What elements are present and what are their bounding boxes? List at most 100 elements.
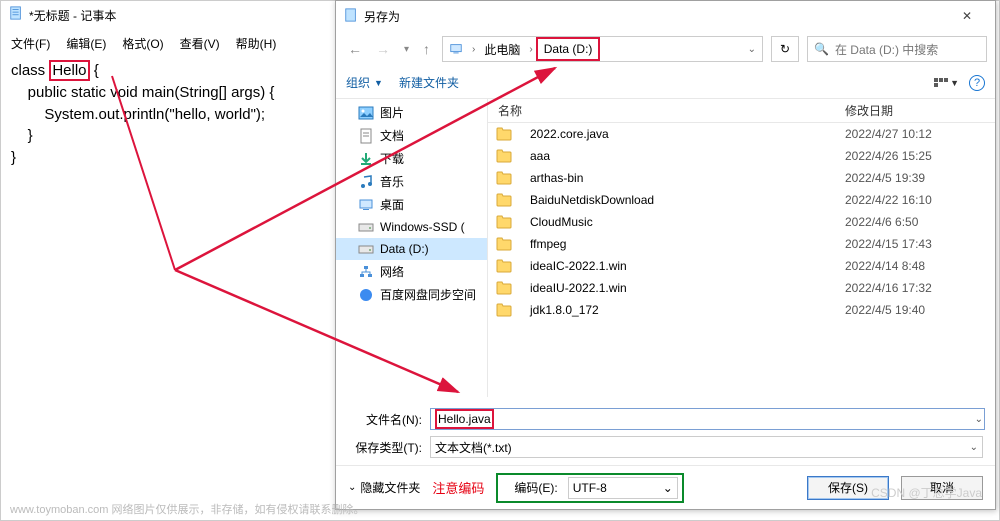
filename-input[interactable]: Hello.java (430, 408, 985, 430)
network-icon (358, 264, 374, 280)
list-item[interactable]: ffmpeg2022/4/15 17:43 (488, 233, 995, 255)
tree-item-label: 桌面 (380, 196, 404, 213)
list-item[interactable]: ideaIU-2022.1.win2022/4/16 17:32 (488, 277, 995, 299)
chevron-down-icon[interactable]: ⌄ (745, 44, 762, 55)
search-input[interactable]: 🔍 在 Data (D:) 中搜索 (807, 36, 987, 62)
row-date: 2022/4/22 16:10 (845, 193, 995, 207)
row-date: 2022/4/15 17:43 (845, 237, 995, 251)
row-name: aaa (520, 149, 845, 163)
chevron-right-icon[interactable]: › (526, 44, 535, 55)
encoding-group: 编码(E): UTF-8 ⌄ (496, 473, 683, 503)
list-item[interactable]: BaiduNetdiskDownload2022/4/22 16:10 (488, 189, 995, 211)
list-item[interactable]: arthas-bin2022/4/5 19:39 (488, 167, 995, 189)
row-date: 2022/4/14 8:48 (845, 259, 995, 273)
organize-menu[interactable]: 组织▼ (346, 74, 383, 91)
dialog-title: 另存为 (364, 8, 400, 25)
row-name: ffmpeg (520, 237, 845, 251)
search-icon: 🔍 (814, 42, 829, 56)
filename-label: 文件名(N): (348, 411, 422, 428)
search-placeholder: 在 Data (D:) 中搜索 (835, 41, 938, 58)
folder-icon (496, 259, 512, 273)
column-header-name[interactable]: 名称 (488, 102, 845, 119)
tree-item[interactable]: 音乐 (336, 170, 487, 193)
music-icon (358, 174, 374, 190)
filetype-value: 文本文档(*.txt) (435, 439, 512, 456)
tree-item-label: Data (D:) (380, 242, 429, 256)
help-icon[interactable]: ? (969, 75, 985, 91)
notepad-title: *无标题 - 记事本 (29, 1, 116, 31)
folder-tree[interactable]: 图片文档下载音乐桌面 Windows-SSD ( Data (D:) 网络百度网盘同步… (336, 99, 488, 397)
list-header: 名称 修改日期 (488, 99, 995, 123)
menu-file[interactable]: 文件(F) (11, 35, 50, 52)
tree-item-label: 百度网盘同步空间 (380, 286, 476, 303)
nav-up-icon[interactable]: ↑ (419, 39, 434, 59)
save-as-dialog: 另存为 ✕ ← → ▾ ↑ › 此电脑 › Data (D:) ⌄ ↻ 🔍 在 … (335, 0, 996, 510)
chevron-right-icon[interactable]: › (469, 44, 478, 55)
tree-item-label: 下载 (380, 150, 404, 167)
baidu-icon (358, 287, 374, 303)
menu-format[interactable]: 格式(O) (122, 35, 163, 52)
row-name: ideaIC-2022.1.win (520, 259, 845, 273)
row-name: arthas-bin (520, 171, 845, 185)
dialog-fields: 文件名(N): Hello.java ⌄ 保存类型(T): 文本文档(*.txt… (336, 397, 995, 465)
tree-item[interactable]: 百度网盘同步空间 (336, 283, 487, 306)
list-item[interactable]: ideaIC-2022.1.win2022/4/14 8:48 (488, 255, 995, 277)
list-item[interactable]: 2022.core.java2022/4/27 10:12 (488, 123, 995, 145)
document-icon (358, 128, 374, 144)
chevron-down-icon: ⌄ (663, 481, 673, 495)
tree-item[interactable]: 下载 (336, 147, 487, 170)
hide-folders-toggle[interactable]: ⌄隐藏文件夹 (348, 479, 420, 496)
list-item[interactable]: aaa2022/4/26 15:25 (488, 145, 995, 167)
nav-back-icon[interactable]: ← (344, 39, 366, 59)
refresh-button[interactable]: ↻ (771, 36, 799, 62)
new-folder-button[interactable]: 新建文件夹 (399, 74, 459, 91)
folder-icon (496, 127, 512, 141)
column-header-date[interactable]: 修改日期 (845, 102, 995, 119)
folder-icon (496, 171, 512, 185)
row-date: 2022/4/5 19:40 (845, 303, 995, 317)
nav-recent-icon[interactable]: ▾ (400, 42, 413, 57)
crumb-pc-icon[interactable] (443, 37, 469, 61)
page-footer: www.toymoban.com 网络图片仅供展示，非存储，如有侵权请联系删除。 (10, 501, 364, 517)
menu-edit[interactable]: 编辑(E) (66, 35, 106, 52)
dialog-titlebar: 另存为 ✕ (336, 1, 995, 31)
nav-forward-icon[interactable]: → (372, 39, 394, 59)
crumb-this-pc[interactable]: 此电脑 (478, 37, 526, 61)
code-text: class (11, 62, 49, 79)
close-button[interactable]: ✕ (947, 2, 987, 30)
row-date: 2022/4/26 15:25 (845, 149, 995, 163)
nav-arrows: ← → ▾ ↑ (344, 39, 434, 59)
list-item[interactable]: jdk1.8.0_1722022/4/5 19:40 (488, 299, 995, 321)
picture-icon (358, 105, 374, 121)
chevron-down-icon: ⌄ (970, 442, 978, 453)
encoding-select[interactable]: UTF-8 ⌄ (568, 477, 678, 499)
dialog-icon (344, 8, 358, 25)
row-name: jdk1.8.0_172 (520, 303, 845, 317)
list-item[interactable]: CloudMusic2022/4/6 6:50 (488, 211, 995, 233)
tree-item[interactable]: Windows-SSD ( (336, 216, 487, 238)
row-name: 2022.core.java (520, 127, 845, 141)
folder-icon (496, 149, 512, 163)
dialog-toolbar: 组织▼ 新建文件夹 ▼ ? (336, 67, 995, 99)
crumb-data-d[interactable]: Data (D:) (536, 37, 601, 61)
breadcrumb[interactable]: › 此电脑 › Data (D:) ⌄ (442, 36, 763, 62)
tree-item[interactable]: 网络 (336, 260, 487, 283)
drive-icon (358, 241, 374, 257)
folder-icon (496, 281, 512, 295)
tree-item[interactable]: 桌面 (336, 193, 487, 216)
tree-item[interactable]: 图片 (336, 101, 487, 124)
dialog-navbar: ← → ▾ ↑ › 此电脑 › Data (D:) ⌄ ↻ 🔍 在 Data (… (336, 31, 995, 67)
watermark: CSDN @丁总学Java (871, 484, 982, 501)
menu-view[interactable]: 查看(V) (180, 35, 220, 52)
encoding-value: UTF-8 (573, 481, 607, 495)
filetype-select[interactable]: 文本文档(*.txt) ⌄ (430, 436, 983, 458)
notepad-icon (9, 1, 23, 31)
list-body[interactable]: 2022.core.java2022/4/27 10:12aaa2022/4/2… (488, 123, 995, 397)
view-mode-button[interactable]: ▼ (934, 78, 959, 88)
row-name: CloudMusic (520, 215, 845, 229)
folder-icon (496, 215, 512, 229)
menu-help[interactable]: 帮助(H) (236, 35, 277, 52)
tree-item[interactable]: 文档 (336, 124, 487, 147)
row-date: 2022/4/16 17:32 (845, 281, 995, 295)
tree-item[interactable]: Data (D:) (336, 238, 487, 260)
